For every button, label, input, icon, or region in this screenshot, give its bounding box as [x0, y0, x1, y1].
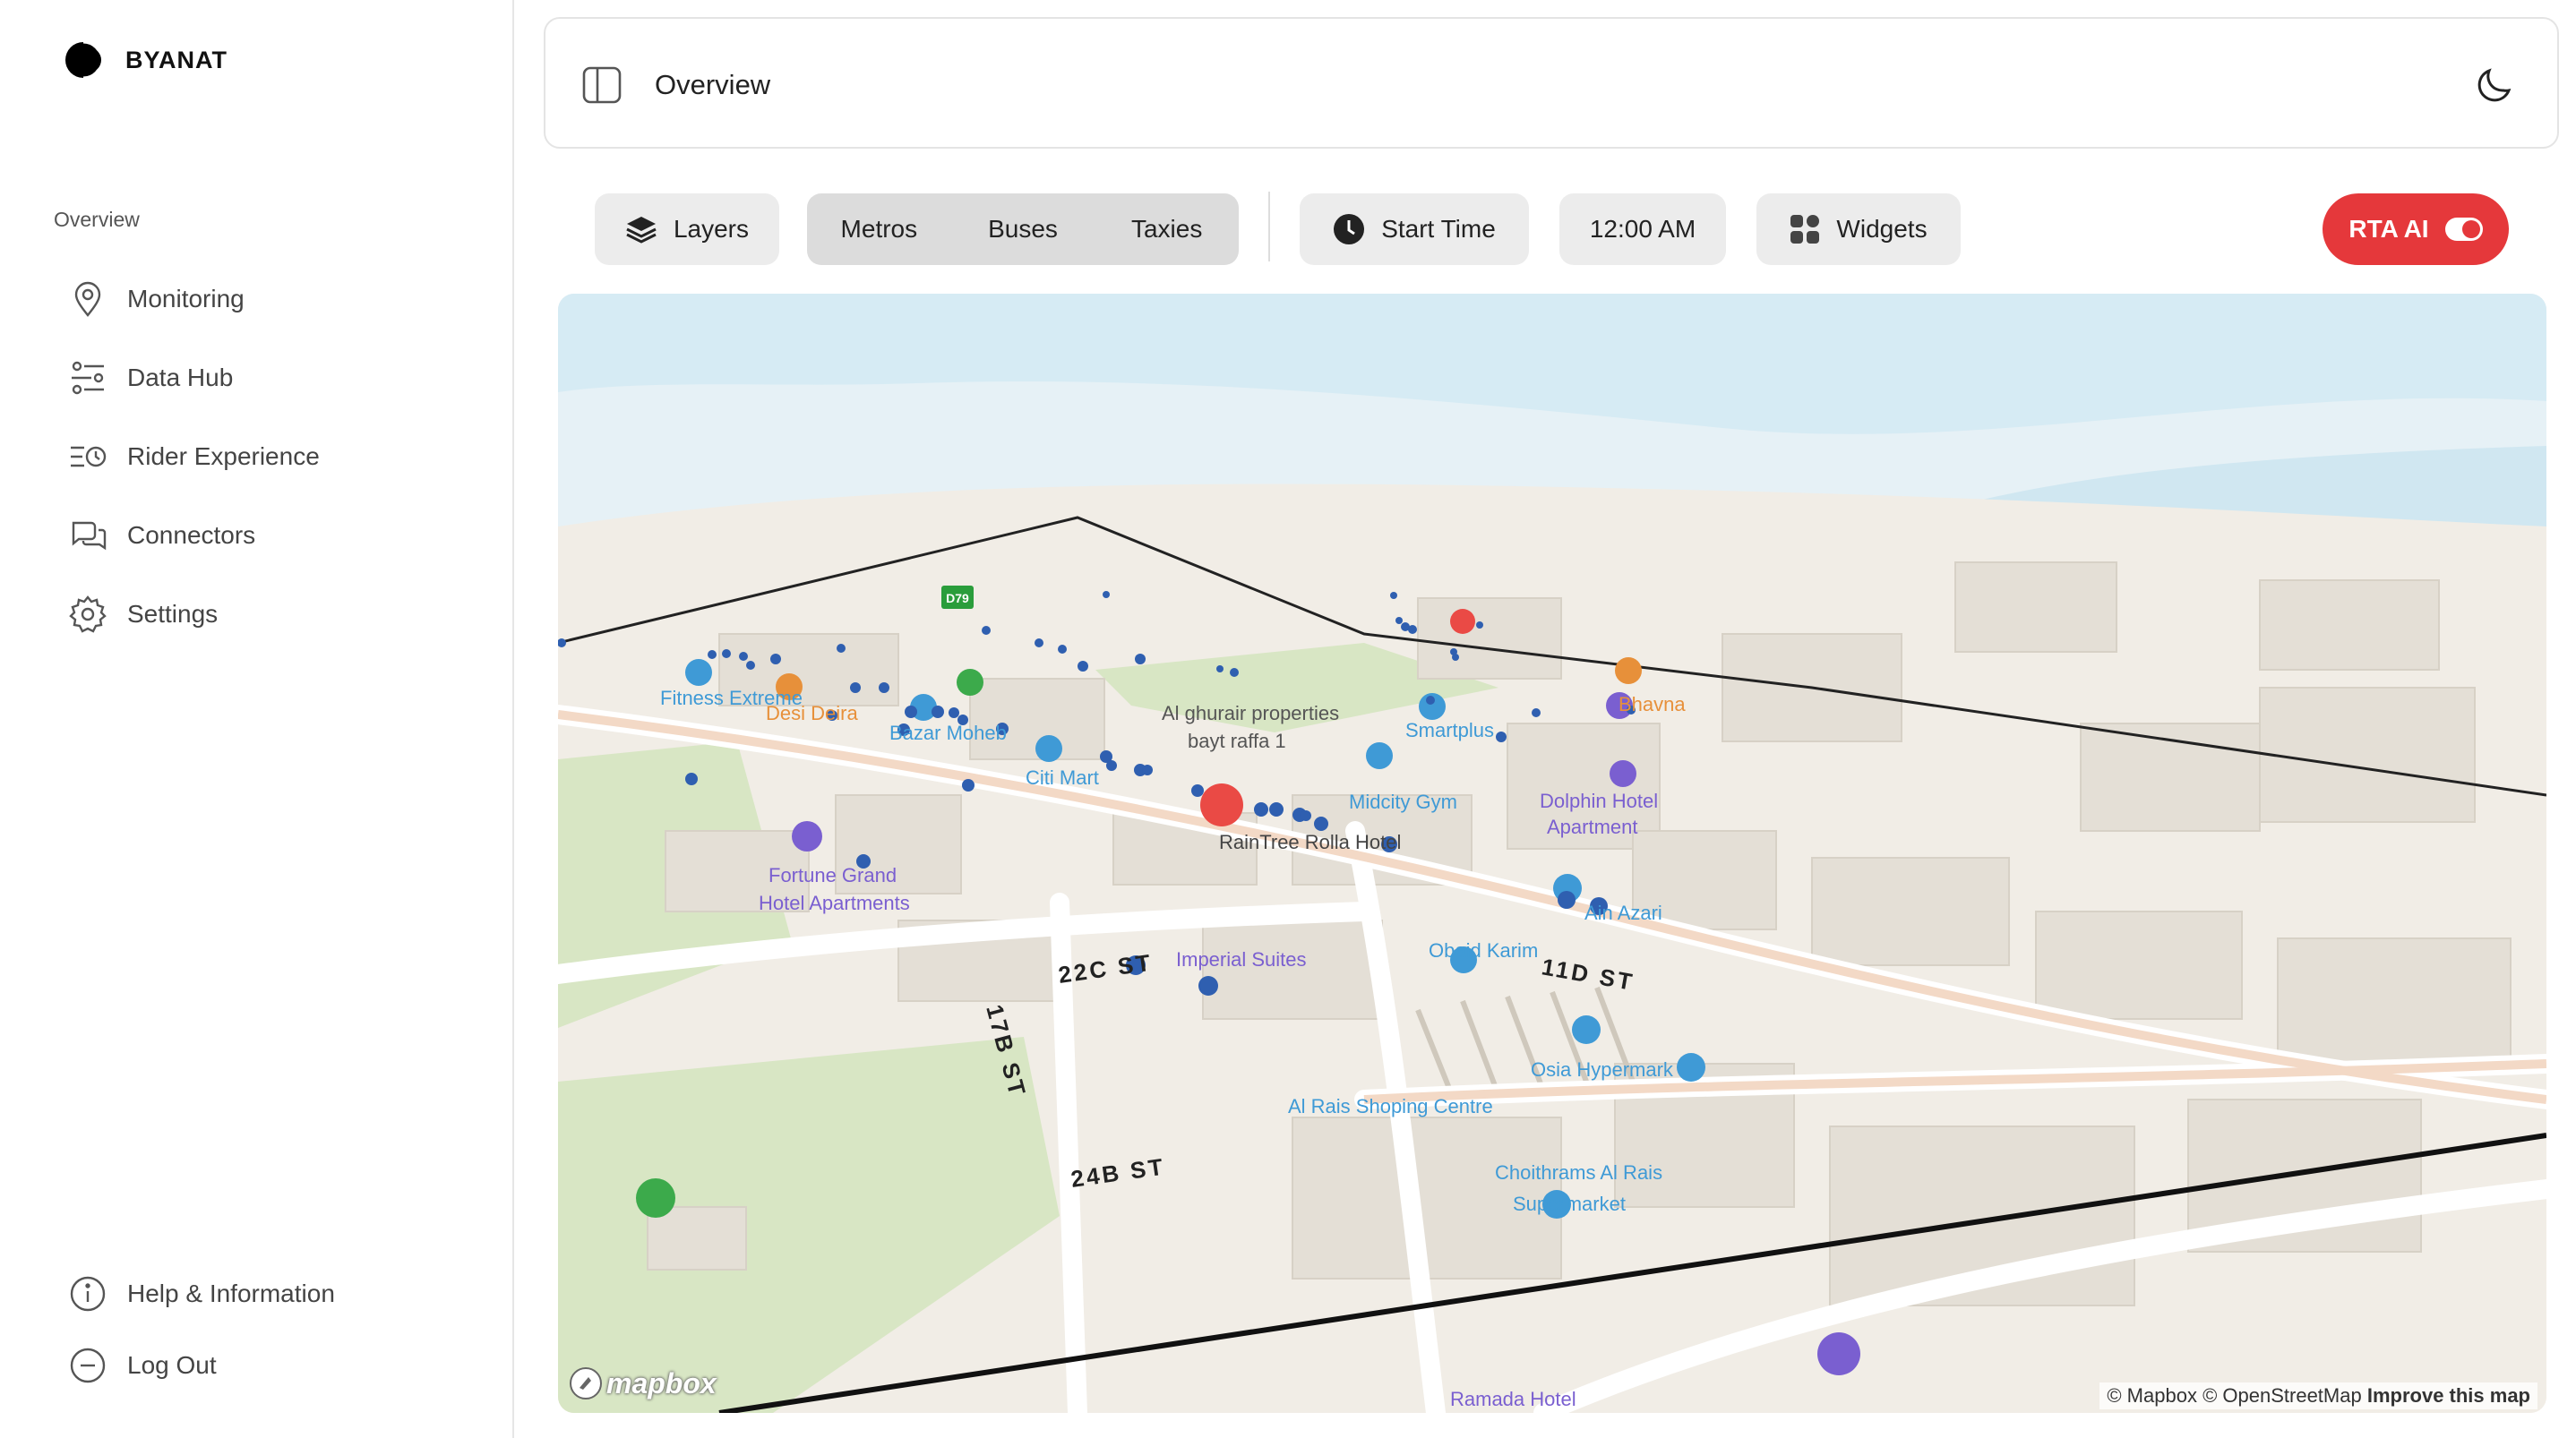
nav-label-data-hub: Data Hub — [127, 364, 234, 391]
sliders-icon — [72, 361, 104, 395]
sidebar: BYANAT Overview Monitoring Data Hub Ride… — [0, 0, 514, 1438]
mapbox-logo-icon — [570, 1367, 602, 1399]
place-label-bayt-raffa: bayt raffa 1 — [1188, 730, 1286, 752]
place-label-fortune-grand: Fortune Grand — [769, 864, 897, 886]
toolbar-divider — [1268, 192, 1270, 261]
gear-icon — [69, 595, 107, 633]
brand-logo-icon — [65, 40, 103, 80]
map-pin-icon — [74, 281, 101, 317]
place-label-bazar-moheb: Bazar Moheb — [889, 722, 1007, 744]
start-time-label: Start Time — [1381, 215, 1496, 243]
metro-station-badge: D79 — [941, 586, 974, 609]
place-label-al-rais-centre: Al Rais Shoping Centre — [1288, 1095, 1493, 1117]
map-attribution: © Mapbox © OpenStreetMap Improve this ma… — [2099, 1382, 2537, 1409]
place-label-dolphin-hotel: Dolphin Hotel — [1540, 790, 1658, 812]
layers-button[interactable]: Layers — [595, 193, 779, 265]
place-label-osia-hypermark: Osia Hypermark — [1531, 1058, 1674, 1081]
nav-item-connectors[interactable]: Connectors — [68, 496, 320, 575]
widgets-label: Widgets — [1836, 215, 1928, 243]
place-label-obaid-karim: Obaid Karim — [1429, 939, 1538, 962]
nav-label-connectors: Connectors — [127, 521, 256, 549]
rta-ai-label: RTA AI — [2348, 215, 2429, 243]
page-title: Overview — [655, 69, 771, 100]
tab-metros[interactable]: Metros — [807, 215, 951, 244]
info-icon — [70, 1276, 106, 1312]
attribution-improve[interactable]: Improve this map — [2367, 1384, 2530, 1407]
time-value: 12:00 AM — [1589, 215, 1696, 243]
moon-icon[interactable] — [2473, 64, 2516, 107]
brand-name: BYANAT — [125, 46, 228, 73]
place-label-supermarket: Supermarket — [1513, 1193, 1626, 1215]
tab-taxies[interactable]: Taxies — [1095, 215, 1239, 244]
nav-label-rider-experience: Rider Experience — [127, 442, 320, 470]
layers-label: Layers — [673, 215, 750, 243]
place-label-imperial-suites: Imperial Suites — [1176, 948, 1307, 971]
widgets-icon — [1790, 215, 1820, 244]
time-select[interactable]: 12:00 AM — [1559, 193, 1726, 265]
mapbox-logo[interactable]: mapbox — [569, 1366, 717, 1400]
place-label-raintree-rolla: RainTree Rolla Hotel — [1219, 831, 1401, 853]
main-nav: Monitoring Data Hub Rider Experience Con… — [68, 260, 320, 654]
nav-label-help: Help & Information — [127, 1280, 335, 1307]
nav-item-help[interactable]: Help & Information — [68, 1258, 335, 1330]
place-label-choithrams: Choithrams Al Rais — [1495, 1161, 1662, 1184]
header-bar: Overview — [544, 17, 2559, 149]
attribution-mapbox[interactable]: © Mapbox — [2107, 1384, 2197, 1407]
map-view[interactable]: D79 22C ST 24B ST 17B ST 11D ST Fitness … — [558, 294, 2546, 1413]
attribution-osm[interactable]: © OpenStreetMap — [2202, 1384, 2362, 1407]
sidebar-toggle-icon[interactable] — [581, 65, 623, 105]
metro-badge-label: D79 — [946, 591, 969, 605]
place-label-bhavna: Bhavna — [1619, 693, 1686, 715]
nav-label-monitoring: Monitoring — [127, 285, 245, 312]
chat-bubbles-icon — [72, 521, 107, 551]
place-label-citi-mart: Citi Mart — [1026, 766, 1099, 789]
nav-label-logout: Log Out — [127, 1351, 217, 1379]
brand[interactable]: BYANAT — [63, 39, 228, 81]
tab-buses[interactable]: Buses — [951, 215, 1095, 244]
mapbox-logo-text: mapbox — [606, 1366, 717, 1399]
place-label-midcity-gym: Midcity Gym — [1349, 791, 1457, 813]
layers-icon — [626, 217, 657, 244]
clock-icon — [1334, 214, 1365, 244]
transport-mode-selector: Metros Buses Taxies — [807, 193, 1239, 265]
minus-circle-icon — [70, 1348, 106, 1383]
toggle-switch-icon — [2444, 218, 2483, 241]
place-label-ramada-hotel: Ramada Hotel — [1450, 1388, 1576, 1410]
list-clock-icon — [71, 446, 107, 467]
place-label-desi-deira: Desi Deira — [766, 702, 858, 724]
start-time-button[interactable]: Start Time — [1300, 193, 1529, 265]
nav-item-rider-experience[interactable]: Rider Experience — [68, 417, 320, 496]
widgets-button[interactable]: Widgets — [1756, 193, 1961, 265]
map-canvas[interactable]: D79 22C ST 24B ST 17B ST 11D ST Fitness … — [558, 294, 2546, 1413]
place-label-apartment: Apartment — [1547, 816, 1638, 838]
nav-label-settings: Settings — [127, 600, 219, 628]
rta-ai-toggle[interactable]: RTA AI — [2323, 193, 2509, 265]
nav-item-settings[interactable]: Settings — [68, 575, 320, 654]
nav-item-data-hub[interactable]: Data Hub — [68, 338, 320, 417]
place-label-ain-azari: Ain Azari — [1584, 902, 1662, 924]
bottom-nav: Help & Information Log Out — [68, 1258, 335, 1401]
place-label-al-ghurair: Al ghurair properties — [1162, 702, 1339, 724]
nav-section-label: Overview — [54, 208, 140, 231]
place-label-smartplus: Smartplus — [1405, 719, 1494, 741]
place-label-hotel-apartments: Hotel Apartments — [759, 892, 910, 914]
nav-item-monitoring[interactable]: Monitoring — [68, 260, 320, 338]
nav-item-logout[interactable]: Log Out — [68, 1330, 335, 1401]
